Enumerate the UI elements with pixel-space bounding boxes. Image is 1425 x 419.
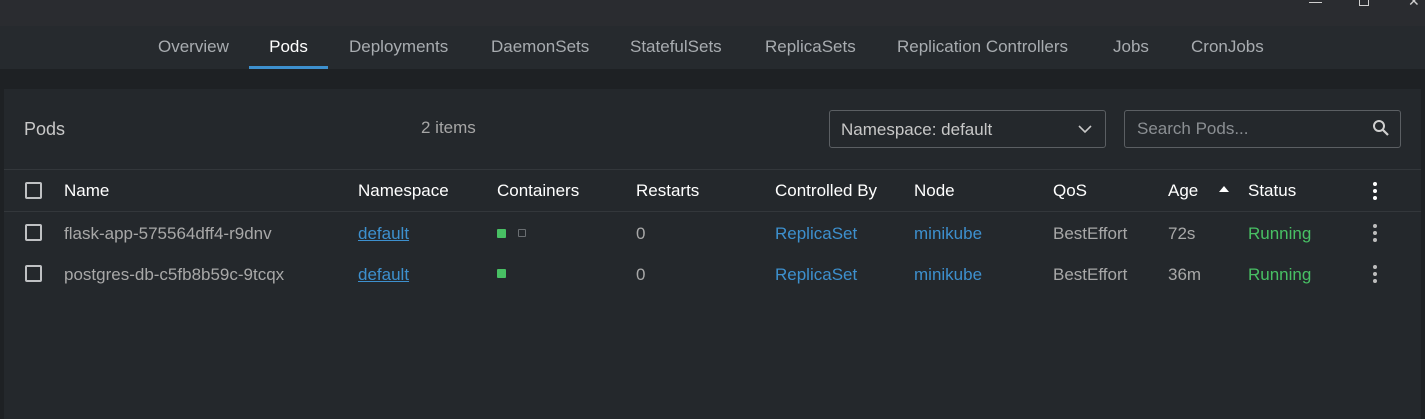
tab-pods[interactable]: Pods <box>249 26 328 69</box>
pod-status: Running <box>1248 224 1312 243</box>
column-header-name[interactable]: Name <box>64 181 109 201</box>
tab-statefulsets[interactable]: StatefulSets <box>630 26 722 69</box>
maximize-icon[interactable] <box>1359 0 1369 6</box>
namespace-select[interactable]: Namespace: default <box>829 110 1106 148</box>
column-header-age[interactable]: Age <box>1168 181 1198 201</box>
namespace-select-value: Namespace: default <box>841 120 993 139</box>
column-header-node[interactable]: Node <box>914 181 955 201</box>
pod-restarts: 0 <box>636 224 646 243</box>
search-box <box>1124 110 1401 148</box>
container-status-running-icon[interactable] <box>497 229 506 238</box>
tab-replication-controllers[interactable]: Replication Controllers <box>897 26 1068 69</box>
chevron-down-icon <box>1078 125 1092 134</box>
tab-label: Pods <box>269 37 308 56</box>
row-menu-icon[interactable] <box>1372 224 1378 242</box>
container-status-running-icon[interactable] <box>497 269 506 278</box>
tab-label: Deployments <box>349 37 449 56</box>
tab-label: Overview <box>158 37 229 56</box>
pod-age: 72s <box>1168 224 1196 243</box>
tab-deployments[interactable]: Deployments <box>349 26 448 69</box>
item-count: 2 items <box>421 118 476 137</box>
column-header-qos[interactable]: QoS <box>1053 181 1087 201</box>
search-input[interactable] <box>1137 118 1362 140</box>
row-checkbox[interactable] <box>25 265 42 282</box>
pod-node-link[interactable]: minikube <box>914 265 982 285</box>
columns-menu-icon[interactable] <box>1372 182 1378 200</box>
pod-namespace-link[interactable]: default <box>358 265 409 285</box>
select-all-checkbox[interactable] <box>25 182 42 199</box>
active-tab-indicator <box>249 66 328 69</box>
close-icon[interactable]: ✕ <box>1408 0 1422 8</box>
divider <box>4 169 1421 170</box>
divider <box>4 211 1421 212</box>
container-status-empty-icon[interactable] <box>518 229 526 237</box>
title-bar: ✕ <box>0 0 1425 26</box>
pod-name[interactable]: flask-app-575564dff4-r9dnv <box>64 224 272 244</box>
tab-label: Replication Controllers <box>897 37 1069 56</box>
tab-daemonsets[interactable]: DaemonSets <box>491 26 589 69</box>
column-header-namespace[interactable]: Namespace <box>358 181 449 201</box>
pod-node-link[interactable]: minikube <box>914 224 982 244</box>
column-header-restarts[interactable]: Restarts <box>636 181 699 201</box>
pod-controlled-by-link[interactable]: ReplicaSet <box>775 224 857 244</box>
row-checkbox[interactable] <box>25 224 42 241</box>
tab-label: StatefulSets <box>630 37 722 56</box>
column-header-containers[interactable]: Containers <box>497 181 579 201</box>
tab-label: Jobs <box>1113 37 1149 56</box>
tab-overview[interactable]: Overview <box>158 26 229 69</box>
sort-ascending-icon[interactable] <box>1219 186 1229 192</box>
pod-restarts: 0 <box>636 265 646 284</box>
tab-replicasets[interactable]: ReplicaSets <box>765 26 856 69</box>
pod-name[interactable]: postgres-db-c5fb8b59c-9tcqx <box>64 265 284 285</box>
pod-controlled-by-link[interactable]: ReplicaSet <box>775 265 857 285</box>
tab-label: CronJobs <box>1191 37 1264 56</box>
tab-cronjobs[interactable]: CronJobs <box>1191 26 1264 69</box>
search-icon[interactable] <box>1372 119 1390 137</box>
pod-status: Running <box>1248 265 1312 284</box>
tab-label: DaemonSets <box>491 37 590 56</box>
tab-jobs[interactable]: Jobs <box>1113 26 1149 69</box>
pod-namespace-link[interactable]: default <box>358 224 409 244</box>
pod-qos: BestEffort <box>1053 265 1128 284</box>
column-header-controlled-by[interactable]: Controlled By <box>775 181 877 201</box>
workloads-tab-bar: Overview Pods Deployments DaemonSets Sta… <box>0 26 1425 69</box>
pod-qos: BestEffort <box>1053 224 1128 243</box>
pod-age: 36m <box>1168 265 1202 284</box>
minimize-icon[interactable] <box>1309 2 1322 4</box>
tab-label: ReplicaSets <box>765 37 856 56</box>
row-menu-icon[interactable] <box>1372 265 1378 283</box>
column-header-status[interactable]: Status <box>1248 181 1296 201</box>
page-title: Pods <box>24 119 66 139</box>
